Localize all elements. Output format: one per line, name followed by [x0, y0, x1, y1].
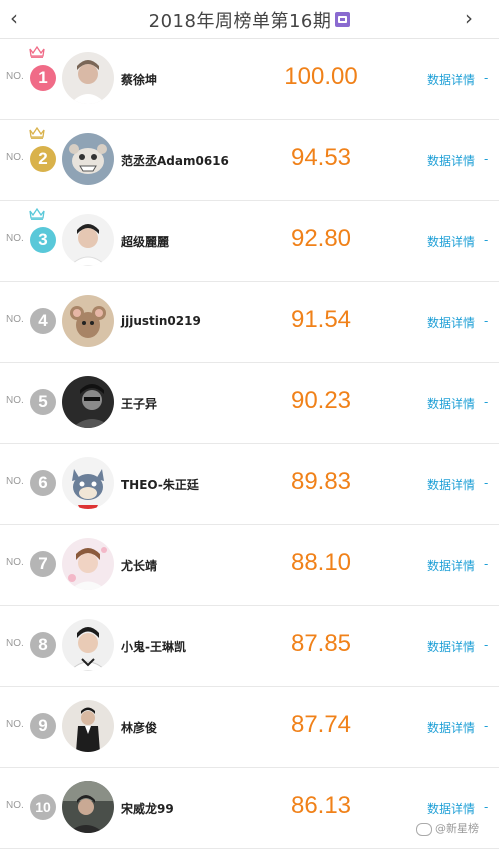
- detail-arrow-icon[interactable]: -: [484, 395, 488, 409]
- score-value: 89.83: [290, 468, 352, 495]
- score-value: 94.53: [290, 144, 352, 171]
- rank-badge: 2: [30, 146, 56, 172]
- no-label: NO.: [6, 233, 24, 244]
- ranking-row-10: NO. 10 宋威龙99 86.13 数据详情 -: [0, 768, 499, 849]
- data-detail-link[interactable]: 数据详情: [427, 71, 475, 88]
- detail-arrow-icon[interactable]: -: [484, 476, 488, 490]
- score-value: 91.54: [290, 306, 352, 333]
- detail-arrow-icon[interactable]: -: [484, 719, 488, 733]
- detail-arrow-icon[interactable]: -: [484, 152, 488, 166]
- ranking-row-1: NO. 1 蔡徐坤 100.00 数据详情 -: [0, 39, 499, 120]
- avatar[interactable]: [62, 457, 114, 509]
- rank-badge: 1: [30, 65, 56, 91]
- avatar[interactable]: [62, 619, 114, 671]
- ranking-row-6: NO. 6 THEO-朱正廷 89.83 数据详情 -: [0, 444, 499, 525]
- user-name[interactable]: 宋威龙99: [121, 800, 174, 817]
- avatar[interactable]: [62, 52, 114, 104]
- avatar[interactable]: [62, 538, 114, 590]
- rank-badge: 10: [30, 794, 56, 820]
- ranking-row-3: NO. 3 超级麗麗 92.80 数据详情 -: [0, 201, 499, 282]
- weibo-icon: [416, 822, 432, 836]
- score-value: 90.23: [290, 387, 352, 414]
- rank-badge: 6: [30, 470, 56, 496]
- data-detail-link[interactable]: 数据详情: [427, 233, 475, 250]
- avatar[interactable]: [62, 133, 114, 185]
- avatar[interactable]: [62, 214, 114, 266]
- detail-arrow-icon[interactable]: -: [484, 71, 488, 85]
- no-label: NO.: [6, 152, 24, 163]
- watermark-text: @新星榜: [435, 822, 479, 835]
- user-name[interactable]: 小鬼-王琳凯: [121, 638, 186, 655]
- no-label: NO.: [6, 476, 24, 487]
- page-title: 2018年周榜单第16期: [148, 11, 332, 32]
- header-bar: ‹ 2018年周榜单第16期 ›: [0, 0, 499, 39]
- user-name[interactable]: 超级麗麗: [121, 233, 169, 250]
- rank-badge: 9: [30, 713, 56, 739]
- user-name[interactable]: 尤长靖: [121, 557, 157, 574]
- detail-arrow-icon[interactable]: -: [484, 557, 488, 571]
- crown-icon: [29, 207, 45, 220]
- title-wrap: 2018年周榜单第16期: [0, 7, 499, 33]
- no-label: NO.: [6, 395, 24, 406]
- detail-arrow-icon[interactable]: -: [484, 800, 488, 814]
- avatar[interactable]: [62, 295, 114, 347]
- ranking-row-7: NO. 7 尤长靖 88.10 数据详情 -: [0, 525, 499, 606]
- no-label: NO.: [6, 557, 24, 568]
- user-name[interactable]: jjjustin0219: [121, 314, 201, 328]
- data-detail-link[interactable]: 数据详情: [427, 800, 475, 817]
- user-name[interactable]: 范丞丞Adam0616: [121, 152, 229, 169]
- score-value: 86.13: [290, 792, 352, 819]
- user-name[interactable]: 林彦俊: [121, 719, 157, 736]
- chevron-right-icon[interactable]: ›: [465, 6, 473, 30]
- user-name[interactable]: 蔡徐坤: [121, 71, 157, 88]
- no-label: NO.: [6, 638, 24, 649]
- calendar-icon[interactable]: [335, 11, 351, 27]
- score-value: 87.85: [290, 630, 352, 657]
- ranking-row-5: NO. 5 王子异 90.23 数据详情 -: [0, 363, 499, 444]
- rank-badge: 5: [30, 389, 56, 415]
- data-detail-link[interactable]: 数据详情: [427, 638, 475, 655]
- data-detail-link[interactable]: 数据详情: [427, 395, 475, 412]
- rank-badge: 4: [30, 308, 56, 334]
- rank-badge: 7: [30, 551, 56, 577]
- score-value: 87.74: [290, 711, 352, 738]
- score-value: 92.80: [290, 225, 352, 252]
- detail-arrow-icon[interactable]: -: [484, 638, 488, 652]
- data-detail-link[interactable]: 数据详情: [427, 152, 475, 169]
- user-name[interactable]: THEO-朱正廷: [121, 476, 199, 493]
- data-detail-link[interactable]: 数据详情: [427, 719, 475, 736]
- data-detail-link[interactable]: 数据详情: [427, 557, 475, 574]
- score-value: 100.00: [284, 63, 358, 90]
- ranking-list: NO. 1 蔡徐坤 100.00 数据详情 - NO. 2 范丞丞Adam061…: [0, 39, 499, 849]
- score-value: 88.10: [290, 549, 352, 576]
- watermark: @新星榜: [416, 820, 479, 836]
- data-detail-link[interactable]: 数据详情: [427, 314, 475, 331]
- ranking-row-2: NO. 2 范丞丞Adam0616 94.53 数据详情 -: [0, 120, 499, 201]
- no-label: NO.: [6, 800, 24, 811]
- avatar[interactable]: [62, 376, 114, 428]
- data-detail-link[interactable]: 数据详情: [427, 476, 475, 493]
- no-label: NO.: [6, 314, 24, 325]
- user-name[interactable]: 王子异: [121, 395, 157, 412]
- avatar[interactable]: [62, 781, 114, 833]
- ranking-row-4: NO. 4 jjjustin0219 91.54 数据详情 -: [0, 282, 499, 363]
- rank-badge: 8: [30, 632, 56, 658]
- no-label: NO.: [6, 71, 24, 82]
- detail-arrow-icon[interactable]: -: [484, 233, 488, 247]
- crown-icon: [29, 126, 45, 139]
- rank-badge: 3: [30, 227, 56, 253]
- ranking-row-8: NO. 8 小鬼-王琳凯 87.85 数据详情 -: [0, 606, 499, 687]
- detail-arrow-icon[interactable]: -: [484, 314, 488, 328]
- ranking-row-9: NO. 9 林彦俊 87.74 数据详情 -: [0, 687, 499, 768]
- avatar[interactable]: [62, 700, 114, 752]
- crown-icon: [29, 45, 45, 58]
- no-label: NO.: [6, 719, 24, 730]
